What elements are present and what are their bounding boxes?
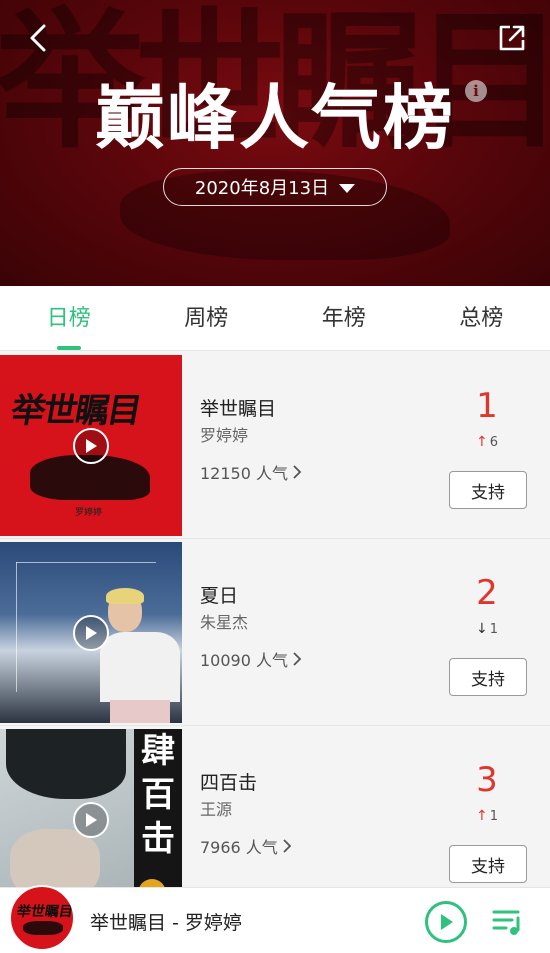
popularity-count: 10090 人气: [200, 651, 288, 670]
album-cover[interactable]: 肆百击: [0, 729, 182, 910]
album-cover[interactable]: [0, 542, 182, 723]
arrow-up-icon: ↑: [475, 808, 488, 824]
page-title: 巅峰人气榜: [95, 77, 455, 159]
mini-player[interactable]: 举世瞩目 举世瞩目 - 罗婷婷: [0, 885, 550, 953]
tab-daily[interactable]: 日榜: [0, 286, 138, 350]
song-artist: 罗婷婷: [200, 426, 249, 445]
play-button[interactable]: [73, 428, 109, 464]
song-artist: 王源: [200, 800, 233, 819]
back-button[interactable]: [20, 20, 56, 56]
share-icon: [499, 25, 525, 51]
chart-page: 举世瞩目 巅峰人气榜 i 2020年8月13日 日榜 周榜 年榜 总榜 举世瞩目…: [0, 0, 550, 953]
playlist-button[interactable]: [490, 904, 526, 940]
play-icon: [86, 439, 97, 453]
rank-trend: ↑ 1: [467, 808, 507, 824]
song-row[interactable]: 举世瞩目 罗婷婷 举世瞩目 罗婷婷 12150 人气 1 ↑ 6 支持: [0, 352, 550, 539]
chevron-right-icon: [293, 465, 302, 479]
support-button[interactable]: 支持: [449, 845, 527, 883]
artist-photo: [100, 588, 180, 723]
song-list: 举世瞩目 罗婷婷 举世瞩目 罗婷婷 12150 人气 1 ↑ 6 支持 夏日 朱…: [0, 352, 550, 913]
play-button[interactable]: [73, 802, 109, 838]
now-playing-title: 举世瞩目 - 罗婷婷: [90, 912, 242, 934]
support-button[interactable]: 支持: [449, 658, 527, 696]
tab-weekly[interactable]: 周榜: [138, 286, 276, 350]
tab-all-time[interactable]: 总榜: [413, 286, 550, 350]
tab-yearly[interactable]: 年榜: [275, 286, 413, 350]
song-row[interactable]: 肆百击 四百击 王源 7966 人气 3 ↑ 1 支持: [0, 726, 550, 913]
song-row[interactable]: 夏日 朱星杰 10090 人气 2 ↓ 1 支持: [0, 539, 550, 726]
arrow-down-icon: ↓: [475, 621, 488, 637]
popularity-link[interactable]: 12150 人气: [200, 460, 302, 484]
song-title: 夏日: [200, 585, 239, 607]
rank-change: 1: [489, 621, 498, 637]
player-play-button[interactable]: [425, 901, 467, 943]
play-button[interactable]: [73, 615, 109, 651]
support-button[interactable]: 支持: [449, 471, 527, 509]
album-cover-text: 举世瞩目: [7, 391, 143, 431]
rank-number: 1: [476, 386, 498, 426]
rank-number: 3: [476, 760, 498, 800]
rank-trend: ↑ 6: [467, 434, 507, 450]
song-title: 四百击: [200, 772, 258, 794]
play-icon: [86, 813, 97, 827]
album-cover-signature: 罗婷婷: [75, 508, 103, 518]
rank-change: 1: [489, 808, 498, 824]
chevron-right-icon: [293, 652, 302, 666]
chevron-left-icon: [30, 24, 46, 52]
decorative-line: [16, 562, 156, 563]
date-selector-label: 2020年8月13日: [194, 178, 330, 199]
info-icon: i: [473, 82, 479, 100]
decorative-line: [16, 562, 17, 692]
share-button[interactable]: [494, 20, 530, 56]
song-artist: 朱星杰: [200, 613, 249, 632]
rank-number: 2: [476, 573, 498, 613]
chart-tabs: 日榜 周榜 年榜 总榜: [0, 286, 550, 351]
popularity-count: 7966 人气: [200, 838, 278, 857]
header-banner: 举世瞩目 巅峰人气榜 i 2020年8月13日: [0, 0, 550, 286]
popularity-link[interactable]: 10090 人气: [200, 647, 302, 671]
album-cover[interactable]: 举世瞩目 罗婷婷: [0, 355, 182, 536]
date-selector[interactable]: 2020年8月13日: [163, 168, 387, 206]
rank-trend: ↓ 1: [467, 621, 507, 637]
caret-down-icon: [339, 183, 356, 193]
play-icon: [86, 626, 97, 640]
playlist-icon: [492, 910, 520, 935]
popularity-count: 12150 人气: [200, 464, 288, 483]
arrow-up-icon: ↑: [475, 434, 488, 450]
popularity-link[interactable]: 7966 人气: [200, 834, 292, 858]
now-playing-cover-text: 举世瞩目: [15, 904, 75, 920]
play-icon: [441, 914, 453, 930]
info-button[interactable]: i: [465, 80, 487, 102]
chevron-right-icon: [283, 839, 292, 853]
song-title: 举世瞩目: [200, 398, 277, 420]
rank-change: 6: [489, 434, 498, 450]
now-playing-cover[interactable]: 举世瞩目: [9, 885, 75, 951]
